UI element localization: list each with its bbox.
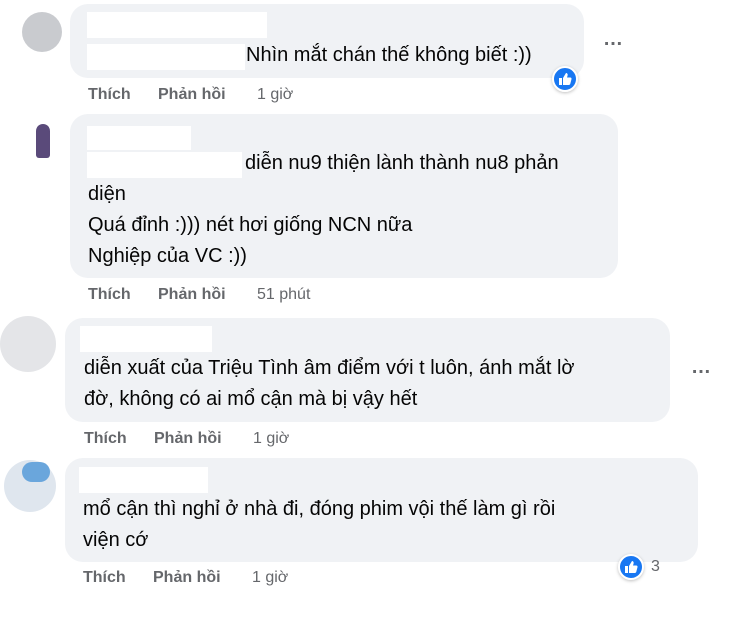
like-button[interactable]: Thích: [83, 569, 153, 587]
reply-button[interactable]: Phản hồi: [158, 286, 257, 304]
comment-actions: Thích Phản hồi 1 giờ: [88, 86, 293, 104]
comment-text: Quá đỉnh :))) nét hơi giống NCN nữa: [88, 214, 413, 236]
redacted-mention: [87, 152, 242, 178]
redacted-name: [87, 126, 191, 150]
avatar-figure: [36, 124, 50, 158]
comment-text: Nghiệp của VC :)): [88, 245, 247, 267]
timestamp[interactable]: 1 giờ: [257, 86, 293, 104]
comment-actions: Thích Phản hồi 51 phút: [88, 286, 310, 304]
like-button[interactable]: Thích: [84, 430, 154, 448]
redacted-name: [80, 326, 212, 352]
timestamp[interactable]: 1 giờ: [252, 569, 288, 587]
comment-text: Nhìn mắt chán thế không biết :)): [246, 44, 532, 66]
comment-actions: Thích Phản hồi 1 giờ: [84, 430, 289, 448]
redacted-name: [79, 467, 208, 493]
like-reaction-icon[interactable]: [618, 554, 644, 580]
timestamp[interactable]: 1 giờ: [253, 430, 289, 448]
reply-button[interactable]: Phản hồi: [154, 430, 253, 448]
more-options-icon[interactable]: …: [603, 28, 624, 51]
comment-text: diễn xuất của Triệu Tình âm điểm với t l…: [84, 357, 575, 379]
avatar-accent: [22, 462, 50, 482]
redacted-mention: [87, 44, 245, 70]
avatar[interactable]: [22, 12, 62, 52]
reply-button[interactable]: Phản hồi: [158, 86, 257, 104]
more-options-icon[interactable]: …: [691, 356, 712, 379]
reaction-count[interactable]: 3: [651, 558, 660, 576]
comment-text: diện: [88, 183, 126, 205]
like-button[interactable]: Thích: [88, 286, 158, 304]
like-reaction-icon[interactable]: [552, 66, 578, 92]
comment-text: mổ cận thì nghỉ ở nhà đi, đóng phim vội …: [83, 498, 556, 520]
comment-text: diễn nu9 thiện lành thành nu8 phản: [245, 152, 559, 174]
like-button[interactable]: Thích: [88, 86, 158, 104]
avatar[interactable]: [0, 316, 56, 372]
comment-text: đờ, không có ai mổ cận mà bị vậy hết: [84, 388, 418, 410]
timestamp[interactable]: 51 phút: [257, 286, 310, 304]
reply-button[interactable]: Phản hồi: [153, 569, 252, 587]
redacted-name: [87, 12, 267, 38]
comment-text: viện cớ: [83, 529, 149, 551]
comment-actions: Thích Phản hồi 1 giờ: [83, 569, 288, 587]
